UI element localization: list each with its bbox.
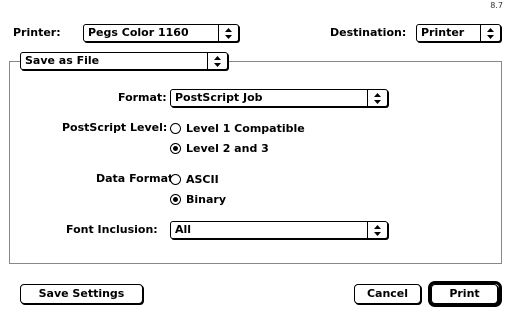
font-inclusion-label: Font Inclusion: bbox=[66, 223, 158, 236]
radio-button-icon bbox=[170, 173, 181, 185]
radio-button-icon bbox=[170, 122, 181, 134]
popup-arrows-icon bbox=[367, 90, 387, 106]
destination-label: Destination: bbox=[330, 26, 407, 39]
radio-ascii-label: ASCII bbox=[186, 172, 219, 186]
postscript-level-label: PostScript Level: bbox=[62, 121, 168, 134]
radio-level-2-3[interactable]: Level 2 and 3 bbox=[170, 141, 269, 155]
radio-ascii[interactable]: ASCII bbox=[170, 172, 219, 186]
radio-level-2-3-label: Level 2 and 3 bbox=[186, 141, 269, 155]
section-popup-value: Save as File bbox=[25, 54, 100, 67]
printer-popup[interactable]: Pegs Color 1160 bbox=[83, 24, 239, 42]
radio-level-1-label: Level 1 Compatible bbox=[186, 121, 305, 135]
printer-popup-value: Pegs Color 1160 bbox=[88, 26, 189, 39]
destination-popup-value: Printer bbox=[421, 26, 465, 39]
radio-button-selected-icon bbox=[170, 142, 181, 154]
radio-level-1[interactable]: Level 1 Compatible bbox=[170, 121, 305, 135]
popup-arrows-icon bbox=[367, 222, 387, 238]
version-label: 8.7 bbox=[490, 1, 503, 10]
popup-arrows-icon bbox=[218, 25, 238, 41]
format-label: Format: bbox=[118, 91, 167, 104]
popup-arrows-icon bbox=[207, 53, 227, 69]
printer-label: Printer: bbox=[13, 26, 61, 39]
format-popup-value: PostScript Job bbox=[175, 91, 263, 104]
font-inclusion-popup-value: All bbox=[175, 223, 192, 236]
format-popup[interactable]: PostScript Job bbox=[170, 89, 388, 107]
print-button[interactable]: Print bbox=[431, 284, 498, 304]
radio-binary[interactable]: Binary bbox=[170, 192, 226, 206]
save-settings-button[interactable]: Save Settings bbox=[20, 284, 143, 304]
destination-popup[interactable]: Printer bbox=[416, 24, 501, 42]
font-inclusion-popup[interactable]: All bbox=[170, 221, 388, 239]
radio-button-selected-icon bbox=[170, 193, 181, 205]
section-popup[interactable]: Save as File bbox=[20, 52, 228, 70]
cancel-button[interactable]: Cancel bbox=[354, 284, 421, 304]
data-format-label: Data Format: bbox=[96, 172, 178, 185]
popup-arrows-icon bbox=[480, 25, 500, 41]
radio-binary-label: Binary bbox=[186, 192, 227, 206]
